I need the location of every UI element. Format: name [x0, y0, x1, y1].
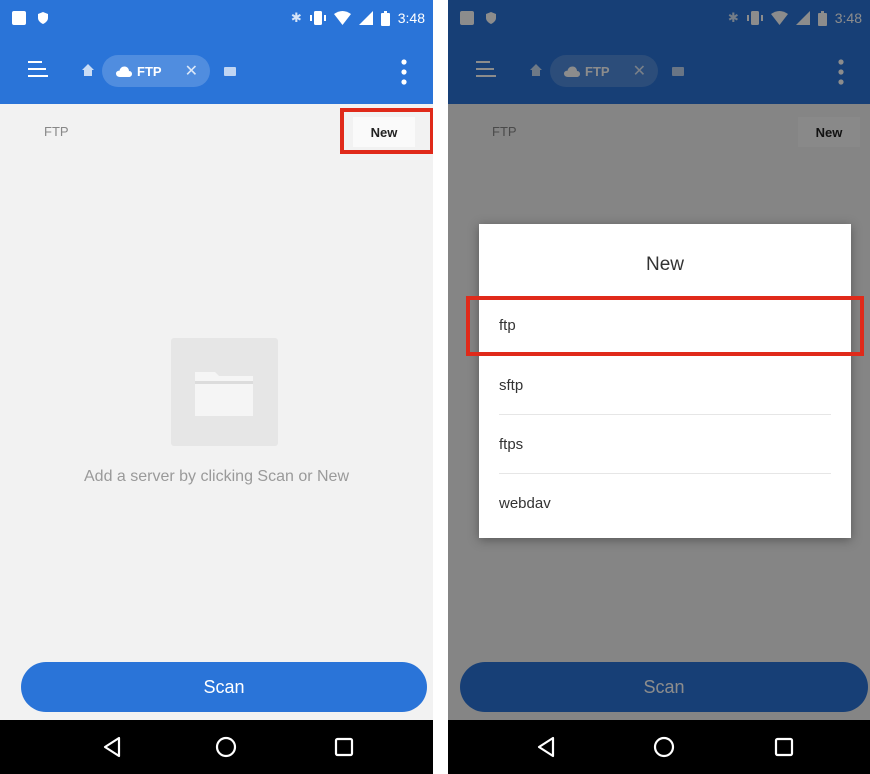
option-ftps[interactable]: ftps — [499, 414, 831, 474]
navigation-bar — [448, 720, 870, 774]
phone-screen-right: ✱ 3:48 FTP ✕ FTP New Scan New ftp sftp f… — [448, 0, 870, 774]
cloud-icon — [116, 66, 132, 77]
signal-icon — [358, 11, 373, 25]
status-time: 3:48 — [397, 10, 425, 26]
tab-label: FTP — [137, 63, 162, 79]
window-icon[interactable] — [224, 67, 236, 76]
dialog-title: New — [645, 254, 684, 275]
new-connection-dialog: New ftp sftp ftps webdav — [479, 224, 851, 538]
navigation-bar — [0, 720, 433, 774]
tab-ftp[interactable]: FTP ✕ — [102, 55, 210, 87]
recents-icon[interactable] — [330, 733, 358, 761]
home-circle-icon[interactable] — [650, 733, 678, 761]
folder-icon — [195, 372, 253, 416]
more-icon[interactable] — [401, 58, 407, 86]
breadcrumb: FTP — [44, 124, 69, 139]
vibrate-icon — [309, 11, 326, 25]
bluetooth-icon: ✱ — [290, 10, 302, 25]
option-webdav[interactable]: webdav — [499, 473, 831, 533]
home-icon[interactable] — [82, 64, 94, 76]
path-bar: FTP New — [0, 104, 433, 160]
recents-icon[interactable] — [770, 733, 798, 761]
notification-icon — [12, 11, 26, 25]
empty-folder-illustration — [171, 338, 278, 446]
back-icon[interactable] — [532, 733, 560, 761]
phone-screen-left: ✱ 3:48 FTP ✕ FTP New Add a server by cli… — [0, 0, 433, 774]
option-sftp[interactable]: sftp — [499, 355, 831, 415]
close-icon[interactable]: ✕ — [185, 61, 198, 81]
status-bar: ✱ 3:48 — [0, 0, 433, 40]
battery-icon — [380, 10, 390, 26]
new-button[interactable]: New — [353, 117, 415, 147]
scan-button[interactable]: Scan — [21, 662, 427, 712]
option-ftp[interactable]: ftp — [499, 296, 831, 355]
shield-icon — [38, 12, 48, 24]
wifi-icon — [333, 11, 351, 25]
home-circle-icon[interactable] — [212, 733, 240, 761]
back-icon[interactable] — [98, 733, 126, 761]
empty-state-message: Add a server by clicking Scan or New — [84, 468, 349, 485]
app-bar: FTP ✕ — [0, 40, 433, 104]
menu-icon[interactable] — [28, 60, 48, 78]
